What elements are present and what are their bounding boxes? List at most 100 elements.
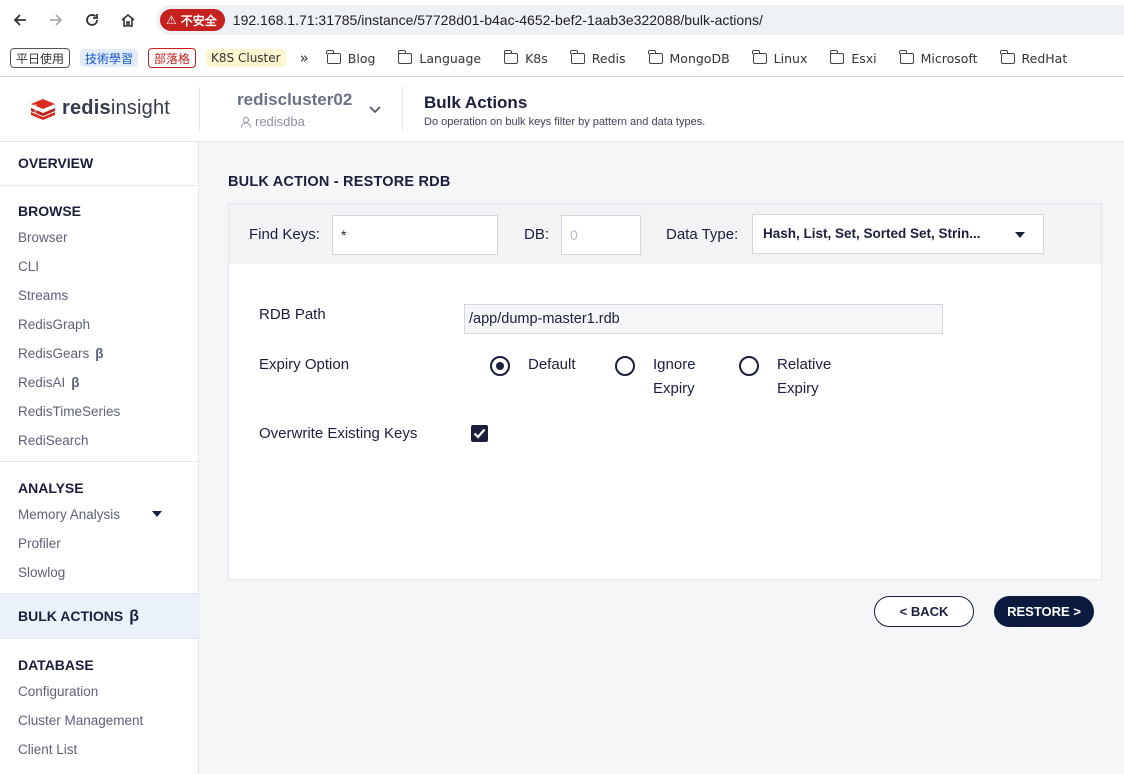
sidebar-item-browser[interactable]: Browser [0, 223, 198, 252]
bookmark-label: K8s [525, 50, 548, 66]
rdb-path-input[interactable]: /app/dump-master1.rdb [464, 304, 943, 334]
folder-icon [648, 49, 663, 64]
bookmark-label: Blog [347, 50, 376, 66]
warning-icon: ⚠ [166, 13, 177, 27]
bookmark-label: Esxi [851, 50, 877, 66]
sidebar-item-overview[interactable]: OVERVIEW [0, 142, 198, 171]
redisinsight-logo[interactable]: redisinsight [30, 96, 170, 120]
sidebar-item-label: Browser [18, 230, 68, 245]
user-icon [241, 116, 251, 128]
radio-selected-icon [490, 356, 510, 376]
caret-down-icon[interactable] [152, 511, 162, 517]
bookmark-label: Microsoft [920, 50, 978, 66]
section-title-analyse: ANALYSE [18, 480, 84, 496]
sidebar-item-label: RedisGraph [18, 317, 91, 332]
bookmark-folder[interactable]: Language [397, 49, 482, 66]
bookmark-folder[interactable]: Linux [752, 49, 807, 66]
bookmark-chip[interactable]: 部落格 [148, 48, 197, 68]
logo-suffix: insight [110, 96, 171, 119]
sidebar-item-label: Slowlog [18, 565, 66, 580]
sidebar-item-redistimeseries[interactable]: RedisTimeSeries [0, 397, 198, 426]
page-subtitle: Do operation on bulk keys filter by patt… [424, 116, 706, 128]
section-title-browse: BROWSE [18, 203, 81, 219]
expiry-radio-ignore[interactable]: Ignore Expiry [615, 356, 696, 401]
rdb-path-label: RDB Path [259, 306, 326, 323]
sidebar-section-browse: BROWSE Browser CLI Streams RedisGraph Re… [0, 186, 198, 462]
restore-button[interactable]: RESTORE > [994, 596, 1094, 627]
back-button[interactable]: < BACK [874, 596, 974, 627]
filter-bar: Find Keys: * DB: 0 Data Type: Hash, List… [228, 203, 1102, 264]
sidebar-item-client-list[interactable]: Client List [0, 735, 198, 764]
caret-down-icon [1015, 232, 1025, 238]
security-badge[interactable]: ⚠ 不安全 [160, 9, 225, 31]
radio-unselected-icon [615, 356, 635, 376]
sidebar-item-redisearch[interactable]: RediSearch [0, 426, 198, 455]
bookmark-label: MongoDB [669, 50, 730, 66]
bookmark-folder[interactable]: K8s [503, 49, 548, 66]
radio-label: Ignore Expiry [653, 353, 696, 401]
section-title: BULK ACTION - RESTORE RDB [228, 174, 451, 190]
sidebar-item-label: RedisGears [18, 346, 90, 361]
section-title-database: DATABASE [18, 657, 94, 673]
bookmark-folder[interactable]: Microsoft [899, 49, 978, 66]
home-icon[interactable] [118, 10, 138, 30]
sidebar-item-cluster-management[interactable]: Cluster Management [0, 706, 198, 735]
radio-label-line: Default [528, 356, 576, 373]
bookmark-chip[interactable]: 技術學習 [80, 49, 139, 67]
bookmark-label: RedHat [1021, 50, 1068, 66]
bookmark-label: Redis [591, 50, 626, 66]
main-content: BULK ACTION - RESTORE RDB Find Keys: * D… [199, 142, 1124, 774]
radio-label-line: Expiry [653, 380, 695, 397]
sidebar-item-streams[interactable]: Streams [0, 281, 198, 310]
database-user: redisdba [240, 114, 305, 129]
data-type-select[interactable]: Hash, List, Set, Sorted Set, Strin... [752, 214, 1044, 254]
address-bar[interactable]: ⚠ 不安全 192.168.1.71:31785/instance/57728d… [156, 5, 1124, 35]
restore-form-panel: RDB Path /app/dump-master1.rdb Expiry Op… [228, 264, 1102, 580]
bookmark-chip[interactable]: 平日使用 [10, 48, 71, 68]
sidebar-item-cli[interactable]: CLI [0, 252, 198, 281]
bookmark-folder[interactable]: MongoDB [648, 49, 730, 66]
sidebar-item-label: Profiler [18, 536, 61, 551]
radio-unselected-icon [739, 356, 759, 376]
sidebar-item-configuration[interactable]: Configuration [0, 677, 198, 706]
folder-icon [829, 49, 845, 64]
more-bookmarks-icon[interactable]: » [300, 49, 309, 67]
bookmark-label: Language [419, 50, 482, 66]
radio-label: Relative Expiry [777, 353, 831, 401]
sidebar-item-redisai[interactable]: RedisAI β [0, 368, 198, 397]
sidebar-section-analyse: ANALYSE Memory Analysis Profiler Slowlog [0, 462, 198, 594]
overwrite-checkbox[interactable] [471, 425, 488, 442]
bookmark-folder[interactable]: RedHat [1000, 49, 1068, 66]
sidebar-item-label: Cluster Management [18, 713, 144, 728]
bookmark-folder[interactable]: Blog [326, 49, 376, 66]
sidebar-item-bulk-actions[interactable]: BULK ACTIONS β [0, 594, 198, 639]
sidebar-item-redisgraph[interactable]: RedisGraph [0, 310, 198, 339]
expiry-radio-relative[interactable]: Relative Expiry [739, 356, 831, 401]
radio-label: Default [528, 353, 576, 377]
logo-prefix: redis [62, 96, 111, 119]
chevron-down-icon[interactable] [368, 101, 382, 119]
expiry-radio-default[interactable]: Default [490, 356, 576, 377]
folder-icon [570, 49, 585, 64]
bookmark-folder[interactable]: Redis [570, 49, 626, 66]
bookmark-folder[interactable]: Esxi [829, 49, 877, 66]
url-text[interactable]: 192.168.1.71:31785/instance/57728d01-b4a… [233, 12, 763, 28]
sidebar-item-memory-analysis[interactable]: Memory Analysis [0, 500, 198, 529]
folder-icon [397, 49, 413, 64]
sidebar: OVERVIEW BROWSE Browser CLI Streams Redi… [0, 142, 199, 774]
sidebar-item-label: Memory Analysis [18, 507, 121, 522]
reload-icon[interactable] [82, 10, 102, 30]
sidebar-item-redisgears[interactable]: RedisGears β [0, 339, 198, 368]
sidebar-item-profiler[interactable]: Profiler [0, 529, 198, 558]
page-title: Bulk Actions [424, 93, 528, 112]
app-header: redisinsight rediscluster02 redisdba Bul… [0, 77, 1124, 142]
database-name[interactable]: rediscluster02 [237, 90, 352, 110]
bookmark-chip[interactable]: K8S Cluster [206, 49, 286, 67]
sidebar-item-label: BULK ACTIONS [18, 608, 124, 624]
forward-arrow-icon[interactable] [46, 10, 66, 30]
db-input[interactable]: 0 [561, 215, 641, 255]
find-keys-input[interactable]: * [332, 215, 498, 255]
back-arrow-icon[interactable] [10, 10, 30, 30]
folder-icon [899, 49, 914, 64]
sidebar-item-slowlog[interactable]: Slowlog [0, 558, 198, 587]
